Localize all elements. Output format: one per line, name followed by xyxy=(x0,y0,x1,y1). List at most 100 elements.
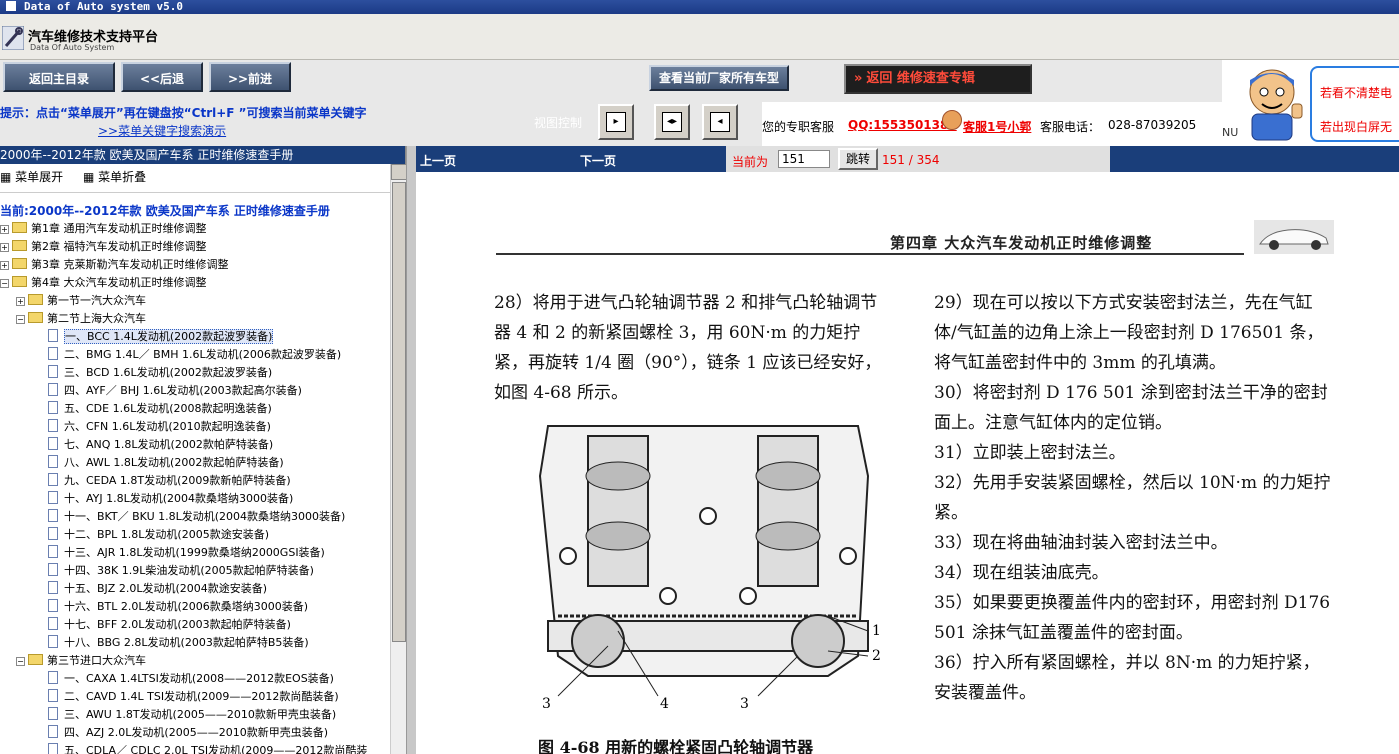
tree-doc-item[interactable]: 一、BCC 1.4L发动机(2002款起波罗装备) xyxy=(48,328,274,346)
chapter-header: 第四章 大众汽车发动机正时维修调整 xyxy=(890,234,1153,252)
scrollbar-thumb[interactable] xyxy=(392,182,406,642)
folder-open-icon xyxy=(28,654,43,665)
tree-doc-item[interactable]: 二、CAVD 1.4L TSI发动机(2009——2012款尚酷装备) xyxy=(48,688,339,706)
tree-doc-item[interactable]: 十四、38K 1.9L柴油发动机(2005款起帕萨特装备) xyxy=(48,562,314,580)
app-header: 汽车维修技术支持平台 Data Of Auto System xyxy=(0,14,1399,60)
view-left-button[interactable]: ◂ xyxy=(702,104,738,140)
scroll-up-arrow-icon[interactable] xyxy=(391,164,407,180)
tree-doc-item[interactable]: 四、AYF／ BHJ 1.6L发动机(2003款起高尔装备) xyxy=(48,382,302,400)
app-subtitle: Data Of Auto System xyxy=(30,43,115,52)
tree-doc-item[interactable]: 十五、BJZ 2.0L发动机(2004款途安装备) xyxy=(48,580,267,598)
tree-doc-item[interactable]: 一、CAXA 1.4LTSI发动机(2008——2012款EOS装备) xyxy=(48,670,334,688)
document-icon xyxy=(48,491,58,504)
folder-open-icon xyxy=(12,276,27,287)
page-number-input[interactable] xyxy=(778,150,830,168)
folder-icon xyxy=(12,222,27,233)
view-right-button[interactable]: ▸ xyxy=(598,104,634,140)
tree-doc-item[interactable]: 十八、BBG 2.8L发动机(2003款起帕萨特B5装备) xyxy=(48,634,309,652)
tree-doc-item[interactable]: 三、AWU 1.8T发动机(2005——2010款新甲壳虫装备) xyxy=(48,706,336,724)
tree-item-label: 四、AYF／ BHJ 1.6L发动机(2003款起高尔装备) xyxy=(64,384,302,397)
view-split-button[interactable]: ◂▸ xyxy=(654,104,690,140)
tree-doc-item[interactable]: 十二、BPL 1.8L发动机(2005款途安装备) xyxy=(48,526,269,544)
tree-doc-item[interactable]: 十、AYJ 1.8L发动机(2004款桑塔纳3000装备) xyxy=(48,490,293,508)
panel-splitter[interactable] xyxy=(406,146,416,754)
menu-expand-label: 菜单展开 xyxy=(15,170,64,184)
document-icon xyxy=(48,365,58,378)
expand-toggle-icon[interactable]: + xyxy=(16,297,25,306)
collapse-toggle-icon[interactable]: − xyxy=(16,657,25,666)
tree-doc-item[interactable]: 二、BMG 1.4L／ BMH 1.6L发动机(2006款起波罗装备) xyxy=(48,346,341,364)
figure-label: 3 xyxy=(740,696,749,712)
chapter-rule xyxy=(496,253,1244,255)
tree-item-label: 十六、BTL 2.0L发动机(2006款桑塔纳3000装备) xyxy=(64,600,309,613)
tree-chapter-2[interactable]: + 第2章 福特汽车发动机正时维修调整 xyxy=(0,238,207,256)
tree-current-book[interactable]: 当前:2000年--2012年款 欧美及国产车系 正时维修速查手册 xyxy=(0,202,330,219)
tree-chapter-3[interactable]: + 第3章 克莱斯勒汽车发动机正时维修调整 xyxy=(0,256,229,274)
tree-item-label: 二、BMG 1.4L／ BMH 1.6L发动机(2006款起波罗装备) xyxy=(64,348,342,361)
tree-item-label: 六、CFN 1.6L发动机(2010款起明逸装备) xyxy=(64,420,271,433)
service-qq-link[interactable]: QQ:1553501388 xyxy=(848,118,957,132)
help-banner[interactable]: 若看不清楚电 若出现白屏无 NU xyxy=(1222,60,1399,146)
tree-scrollbar[interactable] xyxy=(390,164,407,754)
paragraph: 30）将密封剂 D 176 501 涂到密封法兰干净的密封面上。注意气缸体内的定… xyxy=(934,383,1328,433)
next-page-link[interactable]: 下一页 xyxy=(580,152,616,169)
document-icon xyxy=(48,473,58,486)
paragraph: 35）如果要更换覆盖件内的密封环，用密封剂 D176 501 涂抹气缸盖覆盖件的… xyxy=(934,593,1331,643)
expand-toggle-icon[interactable]: + xyxy=(0,225,9,234)
back-button[interactable]: <<后退 xyxy=(121,62,203,92)
tree-item-label: 三、AWU 1.8T发动机(2005——2010款新甲壳虫装备) xyxy=(64,708,337,721)
menu-collapse-button[interactable]: ▦ 菜单折叠 xyxy=(83,170,154,184)
expand-toggle-icon[interactable]: + xyxy=(0,243,9,252)
tree-item-label: 第3章 克莱斯勒汽车发动机正时维修调整 xyxy=(31,258,229,271)
forward-button[interactable]: >>前进 xyxy=(209,62,291,92)
prev-page-link[interactable]: 上一页 xyxy=(420,152,456,169)
expand-toggle-icon[interactable]: + xyxy=(0,261,9,270)
tree-section-1[interactable]: + 第一节一汽大众汽车 xyxy=(16,292,146,310)
quick-reference-button[interactable]: » 返回 维修速查专辑 xyxy=(844,64,1032,94)
collapse-toggle-icon[interactable]: − xyxy=(16,315,25,324)
tree-doc-item[interactable]: 四、AZJ 2.0L发动机(2005——2010款新甲壳虫装备) xyxy=(48,724,328,742)
home-button[interactable]: 返回主目录 xyxy=(3,62,115,92)
tree-doc-item[interactable]: 六、CFN 1.6L发动机(2010款起明逸装备) xyxy=(48,418,271,436)
text-column-left: 28）将用于进气凸轮轴调节器 2 和排气凸轮轴调节器 4 和 2 的新紧固螺栓 … xyxy=(494,293,882,403)
folder-icon xyxy=(12,240,27,251)
tree-doc-item[interactable]: 九、CEDA 1.8T发动机(2009款新帕萨特装备) xyxy=(48,472,291,490)
document-icon xyxy=(48,419,58,432)
folder-icon xyxy=(28,294,43,305)
jump-button[interactable]: 跳转 xyxy=(838,148,878,170)
tree-doc-item[interactable]: 十三、AJR 1.8L发动机(1999款桑塔纳2000GSI装备) xyxy=(48,544,325,562)
folder-open-icon xyxy=(28,312,43,323)
tree-doc-item[interactable]: 十六、BTL 2.0L发动机(2006款桑塔纳3000装备) xyxy=(48,598,308,616)
tree-chapter-1[interactable]: + 第1章 通用汽车发动机正时维修调整 xyxy=(0,220,207,238)
tree-doc-item[interactable]: 七、ANQ 1.8L发动机(2002款帕萨特装备) xyxy=(48,436,273,454)
service-agent-link[interactable]: 客服1号小郭 xyxy=(963,118,1031,135)
banner-text-2: 若出现白屏无 xyxy=(1320,120,1393,134)
split-arrows-icon: ◂▸ xyxy=(662,112,682,132)
search-demo-link[interactable]: >>菜单关键字搜索演示 xyxy=(98,122,226,139)
tree-item-label: 十八、BBG 2.8L发动机(2003款起帕萨特B5装备) xyxy=(64,636,309,649)
tree-item-label: 十三、AJR 1.8L发动机(1999款桑塔纳2000GSI装备) xyxy=(64,546,325,559)
toolbar: 返回主目录 <<后退 >>前进 查看当前厂家所有车型 » 返回 维修速查专辑 xyxy=(0,60,1222,102)
tree-doc-item[interactable]: 十一、BKT／ BKU 1.8L发动机(2004款桑塔纳3000装备) xyxy=(48,508,345,526)
tree-doc-item[interactable]: 八、AWL 1.8L发动机(2002款起帕萨特装备) xyxy=(48,454,284,472)
service-phone: 028-87039205 xyxy=(1108,118,1197,132)
tree-section-3[interactable]: − 第三节进口大众汽车 xyxy=(16,652,146,670)
qq-avatar-icon[interactable] xyxy=(942,110,962,130)
document-icon xyxy=(48,599,58,612)
tree-item-label: 第1章 通用汽车发动机正时维修调整 xyxy=(31,222,207,235)
tree-item-label: 第三节进口大众汽车 xyxy=(47,654,146,667)
tree-doc-item[interactable]: 五、CDE 1.6L发动机(2008款起明逸装备) xyxy=(48,400,272,418)
tree-chapter-4[interactable]: − 第4章 大众汽车发动机正时维修调整 xyxy=(0,274,207,292)
document-icon xyxy=(48,347,58,360)
nav-bar-filler xyxy=(1110,146,1399,172)
tree-doc-item[interactable]: 三、BCD 1.6L发动机(2002款起波罗装备) xyxy=(48,364,272,382)
menu-expand-button[interactable]: ▦ 菜单展开 xyxy=(0,170,71,184)
view-all-models-button[interactable]: 查看当前厂家所有车型 xyxy=(649,65,789,91)
tree-section-2[interactable]: − 第二节上海大众汽车 xyxy=(16,310,146,328)
tree-item-label: 十二、BPL 1.8L发动机(2005款途安装备) xyxy=(64,528,270,541)
document-page: 第四章 大众汽车发动机正时维修调整 28）将用于进气凸轮轴调节器 2 和排气凸轮… xyxy=(416,172,1399,754)
tree-item-label: 二、CAVD 1.4L TSI发动机(2009——2012款尚酷装备) xyxy=(64,690,339,703)
tree-doc-item[interactable]: 五、CDLA／ CDLC 2.0L TSI发动机(2009——2012款尚酷装 xyxy=(48,742,367,754)
tree-doc-item[interactable]: 十七、BFF 2.0L发动机(2003款起帕萨特装备) xyxy=(48,616,291,634)
collapse-toggle-icon[interactable]: − xyxy=(0,279,9,288)
